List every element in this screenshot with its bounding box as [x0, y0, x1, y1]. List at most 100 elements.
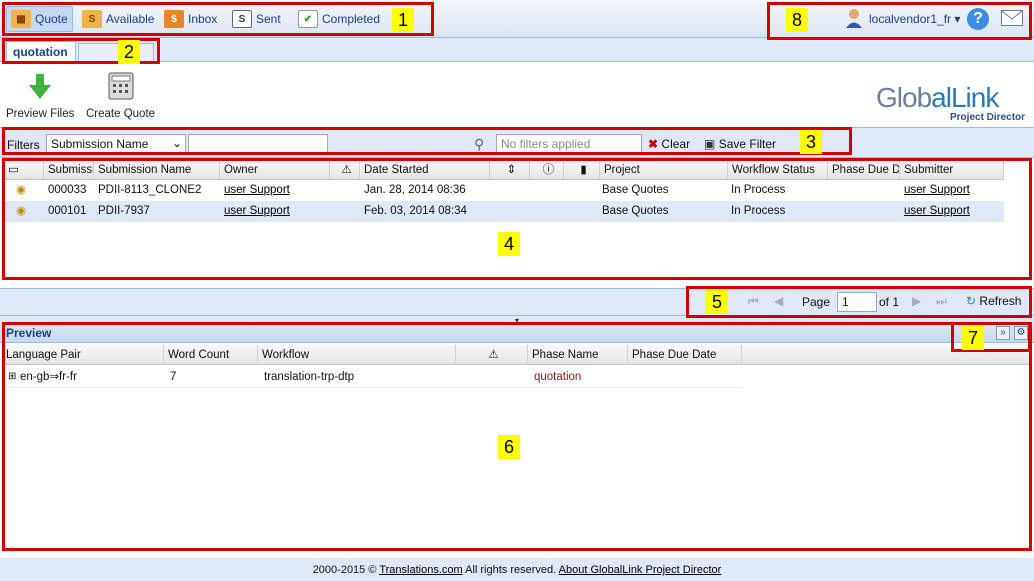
first-page-icon[interactable]: ⏮ — [748, 294, 759, 309]
last-page-icon[interactable]: ⏭ — [936, 294, 947, 309]
preview-grid-header: Language Pair Word Count Workflow ⚠ Phas… — [2, 345, 1032, 365]
splitter-handle[interactable]: ▾ — [510, 316, 524, 325]
submission-status-icon: ◉ — [16, 184, 27, 196]
column-header-phase-name[interactable]: Phase Name — [528, 345, 628, 365]
annotation-label-8: 8 — [786, 8, 808, 32]
mail-icon[interactable] — [1001, 10, 1023, 26]
logo-subtitle: Project Director — [950, 112, 1026, 123]
inbox-icon: $ — [164, 10, 184, 28]
cell-owner-link[interactable]: user Support — [220, 201, 330, 221]
submission-status-icon: ◉ — [16, 205, 27, 217]
tab-quotation[interactable]: quotation — [6, 41, 76, 62]
column-header-project[interactable]: Project — [600, 160, 728, 180]
about-link[interactable]: About GlobalLink Project Director — [559, 564, 722, 576]
sent-tab-button[interactable]: S Sent — [228, 6, 285, 32]
preview-panel-header — [0, 323, 1034, 343]
completed-icon: ✔ — [298, 10, 318, 28]
cell-submitter-link[interactable]: user Support — [900, 201, 1004, 221]
preview-files-button[interactable]: Preview Files — [6, 72, 74, 120]
gear-icon[interactable]: ⚙ — [1014, 326, 1028, 340]
cell-status: In Process — [731, 184, 786, 196]
user-menu[interactable]: localvendor1_fr ▾ — [869, 12, 960, 26]
help-icon[interactable]: ? — [967, 8, 989, 30]
cell-name: PDII-7937 — [98, 205, 150, 217]
page-number-input[interactable]: 1 — [837, 292, 877, 312]
column-header-phase-due[interactable]: Phase Due Date — [628, 345, 742, 365]
annotation-label-2: 2 — [118, 40, 140, 64]
chevron-down-icon: ⌄ — [171, 136, 182, 150]
column-header-id[interactable]: Submissi — [44, 160, 94, 180]
filter-value-input[interactable] — [188, 134, 328, 154]
download-arrow-icon — [6, 72, 74, 102]
translations-link[interactable]: Translations.com — [379, 564, 462, 576]
cell-phase-name: quotation — [534, 371, 582, 383]
refresh-button[interactable]: ↻ Refresh — [966, 294, 1021, 308]
page-count-label: of 1 — [879, 295, 900, 309]
column-header-date[interactable]: Date Started — [360, 160, 490, 180]
footer: 2000-2015 © Translations.com All rights … — [0, 560, 1034, 581]
floppy-disk-icon: ▣ — [704, 137, 716, 151]
collapse-icon[interactable]: » — [996, 326, 1010, 340]
search-input[interactable]: No filters applied — [496, 134, 642, 154]
cell-project: Base Quotes — [602, 184, 669, 196]
column-header-workflow[interactable]: Workflow — [258, 345, 456, 365]
preview-title: Preview — [6, 326, 52, 340]
cell-word-count: 7 — [170, 371, 177, 383]
clear-icon: ✖ — [648, 137, 659, 151]
column-header-language-pair[interactable]: Language Pair — [2, 345, 164, 365]
warning-icon: ⚠ — [488, 349, 499, 361]
info-icon: ⓘ — [542, 164, 555, 176]
save-filter-button[interactable]: ▣ Save Filter — [704, 137, 776, 151]
annotation-label-5: 5 — [706, 290, 728, 314]
tab-empty[interactable] — [78, 43, 154, 62]
column-header-word-count[interactable]: Word Count — [164, 345, 258, 365]
available-tab-button[interactable]: S Available — [78, 6, 158, 32]
globallink-logo: GlobalLink — [876, 82, 999, 113]
search-icon: ⚲ — [474, 136, 485, 152]
cell-name: PDII-8113_CLONE2 — [98, 184, 202, 196]
create-quote-button[interactable]: Create Quote — [86, 72, 155, 120]
cell-status: In Process — [731, 205, 786, 217]
column-header-info[interactable]: ⓘ — [530, 160, 564, 180]
submissions-grid-header: ▭ Submissi Submission Name Owner ⚠ Date … — [4, 160, 1004, 180]
sort-icon: ⇕ — [506, 164, 517, 176]
quote-tab-button[interactable]: ▦ Quote — [6, 6, 73, 32]
calculator-icon — [86, 72, 155, 102]
cell-id: 000101 — [48, 205, 87, 217]
sent-icon: S — [232, 10, 252, 28]
column-header-owner[interactable]: Owner — [220, 160, 330, 180]
column-header-priority[interactable]: ⇕ — [490, 160, 530, 180]
column-header-status[interactable]: Workflow Status — [728, 160, 828, 180]
column-header-warning[interactable]: ⚠ — [456, 345, 528, 365]
available-icon: S — [82, 10, 102, 28]
column-header-name[interactable]: Submission Name — [94, 160, 220, 180]
column-header-icon[interactable]: ▭ — [4, 160, 44, 180]
filters-label: Filters — [7, 138, 40, 152]
cell-project: Base Quotes — [602, 205, 669, 217]
tab-strip — [0, 38, 1034, 62]
inbox-tab-button[interactable]: $ Inbox — [160, 6, 221, 32]
page-label: Page — [802, 295, 831, 309]
user-avatar-icon — [844, 8, 864, 28]
completed-tab-button[interactable]: ✔ Completed — [294, 6, 384, 32]
column-header-warning[interactable]: ⚠ — [330, 160, 360, 180]
cell-id: 000033 — [48, 184, 87, 196]
warning-icon: ⚠ — [341, 164, 352, 176]
annotation-label-7: 7 — [962, 326, 984, 350]
type-icon: ▭ — [8, 164, 19, 176]
prev-page-icon[interactable]: ◀ — [774, 294, 783, 308]
annotation-label-3: 3 — [800, 130, 822, 154]
cell-phase-due — [630, 367, 740, 387]
annotation-label-6: 6 — [498, 435, 520, 459]
quote-icon: ▦ — [11, 10, 31, 28]
clear-filter-button[interactable]: ✖ Clear — [648, 137, 690, 151]
cell-date: Feb. 03, 2014 08:34 — [364, 205, 467, 217]
cell-owner-link[interactable]: user Support — [220, 180, 330, 200]
next-page-icon[interactable]: ▶ — [912, 294, 921, 308]
filter-field-select[interactable]: Submission Name ⌄ — [46, 134, 186, 154]
cell-submitter-link[interactable]: user Support — [900, 180, 1004, 200]
column-header-doc[interactable]: ▮ — [564, 160, 600, 180]
column-header-due[interactable]: Phase Due Da — [828, 160, 900, 180]
document-icon: ▮ — [580, 164, 587, 176]
column-header-submitter[interactable]: Submitter — [900, 160, 1004, 180]
